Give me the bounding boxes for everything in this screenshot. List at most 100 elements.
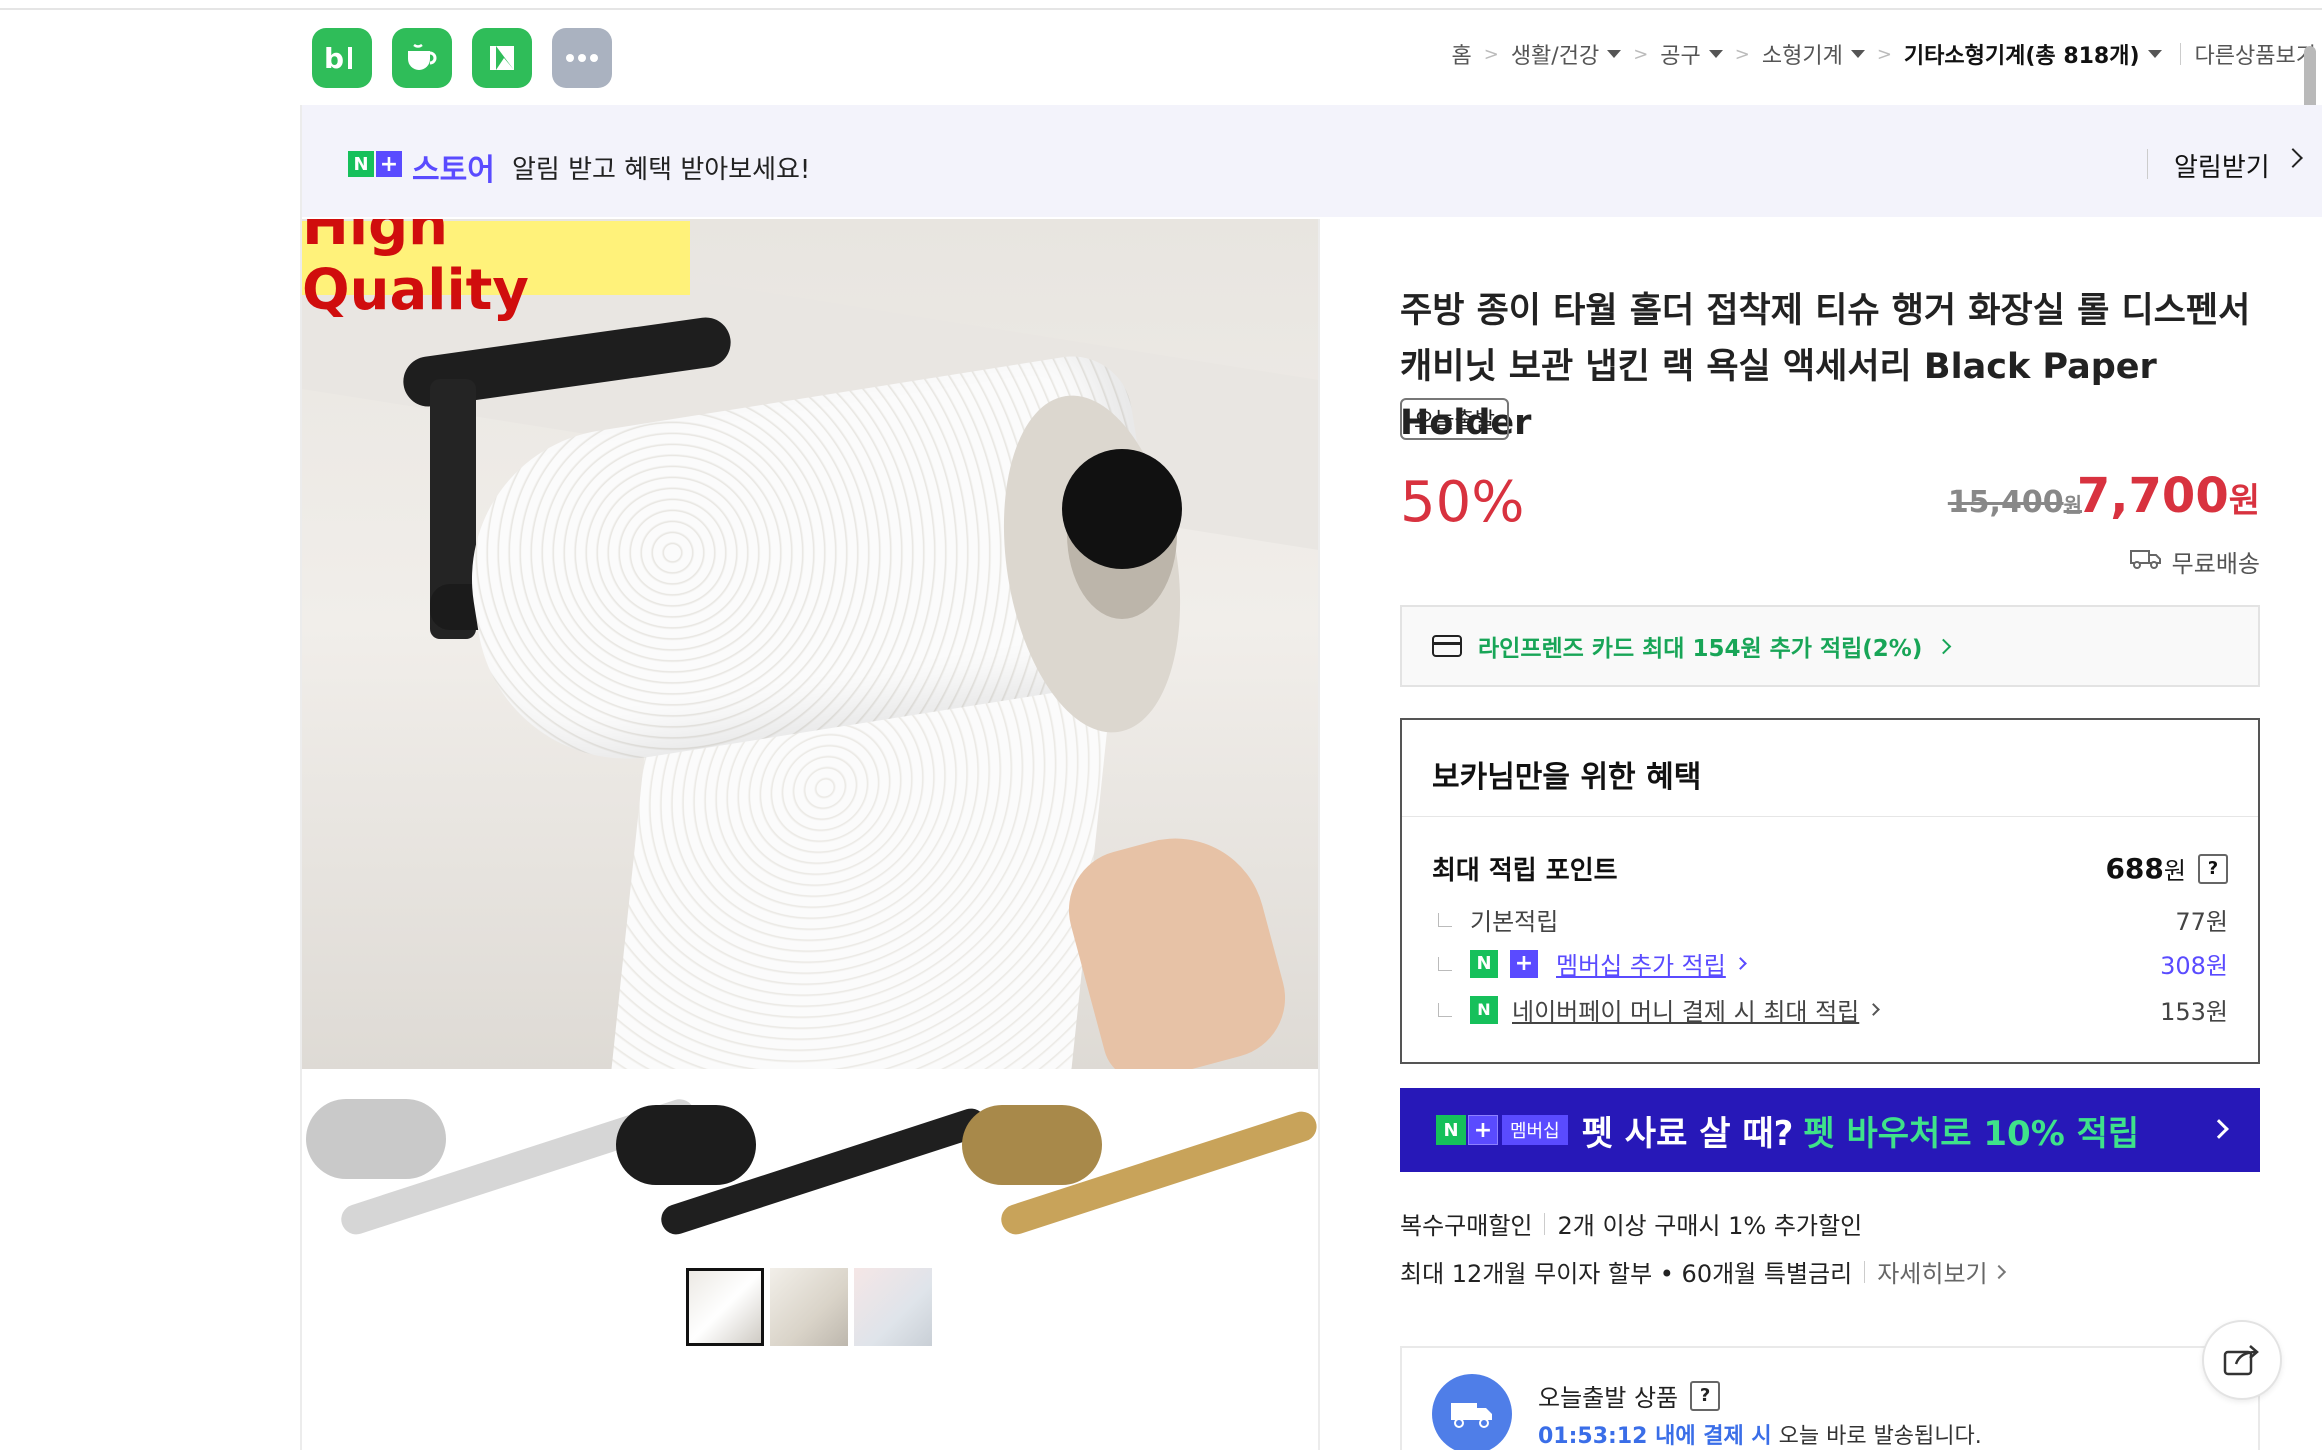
breadcrumb-category-2[interactable]: 공구: [1660, 38, 1700, 70]
benefit-max-label: 최대 적립 포인트: [1432, 856, 1618, 886]
chevron-right-icon: [1867, 1003, 1881, 1016]
share-button[interactable]: [2202, 1320, 2282, 1400]
card-benefit-box[interactable]: 라인프렌즈 카드 최대 154원 추가 적립(2%): [1400, 605, 2260, 687]
benefit-max-row: 최대 적립 포인트 688 원 ?: [1432, 850, 2228, 887]
divider: [2179, 43, 2181, 65]
divider: [1402, 816, 2258, 817]
alarm-subscribe-button[interactable]: 알림받기: [2174, 147, 2270, 184]
chevron-right-icon[interactable]: [2283, 148, 2303, 168]
chevron-right-icon: [1733, 957, 1747, 970]
naver-n-icon: N: [1436, 1115, 1466, 1145]
naverpay-link[interactable]: 네이버페이 머니 결제 시 최대 적립: [1512, 992, 1859, 1027]
breadcrumb-separator: >: [1633, 43, 1649, 65]
breadcrumb-separator: >: [1483, 43, 1499, 65]
benefit-row-label: 기본적립: [1470, 908, 1559, 936]
today-ship-title: 오늘출발 상품: [1538, 1384, 1679, 1412]
shipping-text: 무료배송: [2171, 550, 2260, 578]
plus-icon: +: [376, 151, 402, 177]
help-icon[interactable]: ?: [2198, 853, 2228, 884]
top-border: [0, 8, 2322, 10]
image-knob: [1062, 449, 1182, 569]
chevron-right-icon[interactable]: [2209, 1119, 2229, 1139]
benefit-row: N 네이버페이 머니 결제 시 최대 적립 153원: [1432, 992, 2228, 1027]
installment-info: 최대 12개월 무이자 할부 • 60개월 특별금리 자세히보기: [1400, 1254, 2006, 1289]
delivery-truck-icon: [1432, 1374, 1512, 1450]
details-link[interactable]: 자세히보기: [1877, 1254, 1987, 1289]
chevron-right-icon[interactable]: [1991, 1264, 2006, 1279]
benefit-max-value: 688: [2105, 852, 2164, 885]
chevron-down-icon[interactable]: [2147, 50, 2162, 58]
pet-voucher-banner[interactable]: N + 멤버십 펫 사료 살 때? 펫 바우처로 10% 적립: [1400, 1088, 2260, 1172]
benefit-row: 기본적립 77원: [1432, 902, 2228, 937]
multi-buy-discount: 복수구매할인 2개 이상 구매시 1% 추가할인: [1400, 1206, 1862, 1241]
benefit-row-value: 77원: [2175, 908, 2228, 936]
tree-elbow-icon: [1438, 956, 1452, 971]
thumbnail-1[interactable]: [686, 1268, 764, 1346]
sale-price-value: 7,700: [2076, 468, 2229, 524]
plus-icon: +: [1468, 1115, 1498, 1145]
naver-pay-icon: N: [1470, 995, 1498, 1024]
breadcrumb-separator: >: [1876, 43, 1892, 65]
other-products-link[interactable]: 다른상품보기: [2195, 38, 2316, 70]
tree-elbow-icon: [1438, 1002, 1452, 1017]
naver-n-icon: N: [1470, 949, 1498, 978]
benefit-row: N + 멤버십 추가 적립 308원: [1432, 946, 2228, 981]
sale-price: 7,700원: [2077, 468, 2260, 524]
breadcrumb-category-3[interactable]: 소형기계: [1762, 38, 1843, 70]
today-ship-tag: 오늘출발: [1400, 398, 1509, 440]
chevron-down-icon[interactable]: [1850, 50, 1865, 58]
tree-elbow-icon: [1438, 912, 1452, 927]
black-plate: [616, 1105, 756, 1185]
today-ship-box: 오늘출발 상품 ? 01:53:12 내에 결제 시 오늘 바로 발송됩니다.: [1400, 1346, 2260, 1450]
truck-icon: [2129, 548, 2162, 576]
countdown-timer: 01:53:12 내에 결제 시: [1538, 1424, 1772, 1449]
thumbnail-list: [686, 1268, 932, 1346]
store-logo: 스토어: [412, 153, 495, 188]
installment-text: 최대 12개월 무이자 할부 • 60개월 특별금리: [1400, 1260, 1853, 1288]
blog-icon[interactable]: b: [312, 28, 372, 88]
breadcrumb-category-4[interactable]: 기타소형기계(총 818개): [1904, 38, 2140, 70]
product-title: 주방 종이 타월 홀더 접착제 티슈 행거 화장실 롤 디스펜서 캐비닛 보관 …: [1400, 291, 2251, 443]
help-icon[interactable]: ?: [1690, 1380, 1721, 1411]
chevron-down-icon[interactable]: [1708, 50, 1723, 58]
today-ship-title-row: 오늘출발 상품 ?: [1538, 1378, 1721, 1413]
naver-n-icon: N: [348, 151, 374, 177]
chevron-down-icon[interactable]: [1607, 50, 1622, 58]
gold-plate: [962, 1105, 1102, 1185]
credit-card-icon: [1432, 635, 1462, 657]
bookmark-icon[interactable]: [472, 28, 532, 88]
shipping-info: 무료배송: [2129, 544, 2260, 579]
cafe-icon[interactable]: [392, 28, 452, 88]
svg-text:b: b: [324, 43, 344, 73]
more-icon[interactable]: [552, 28, 612, 88]
membership-link[interactable]: 멤버십 추가 적립: [1556, 946, 1726, 981]
member-benefit-box: 보카님만을 위한 혜택 최대 적립 포인트 688 원 ? 기본적립 77원 N…: [1400, 718, 2260, 1064]
plus-icon: +: [1510, 949, 1538, 978]
banner-message: 알림 받고 혜택 받아보세요!: [512, 155, 811, 185]
promo-text-2: 펫 바우처로 10% 적립: [1803, 1113, 2140, 1154]
benefit-max-unit: 원: [2163, 857, 2186, 885]
card-benefit-text[interactable]: 라인프렌즈 카드 최대 154원 추가 적립(2%): [1478, 629, 1922, 663]
breadcrumb-separator: >: [1734, 43, 1750, 65]
app-shortcuts: b: [312, 28, 612, 88]
divider: [2147, 149, 2148, 179]
original-price: 15,400원: [1948, 485, 2082, 520]
divider: [1864, 1260, 1866, 1283]
benefit-row-value: 308원: [2160, 952, 2228, 980]
thumbnail-2[interactable]: [770, 1268, 848, 1346]
thumbnail-3[interactable]: [854, 1268, 932, 1346]
original-price-value: 15,400: [1947, 485, 2064, 520]
share-icon: [2223, 1345, 2259, 1376]
benefit-row-value: 153원: [2160, 998, 2228, 1026]
column-divider: [1318, 219, 1320, 1450]
breadcrumb-category-1[interactable]: 생활/건강: [1511, 38, 1599, 70]
breadcrumb-home[interactable]: 홈: [1451, 38, 1471, 70]
product-main-image[interactable]: High Quality: [302, 219, 1318, 1235]
discount-rate: 50%: [1400, 470, 1525, 535]
high-quality-badge: High Quality: [302, 219, 690, 323]
benefit-title: 보카님만을 위한 혜택: [1432, 760, 1702, 795]
divider: [1544, 1212, 1546, 1235]
sale-price-unit: 원: [2228, 481, 2260, 521]
today-ship-subtitle: 01:53:12 내에 결제 시 오늘 바로 발송됩니다.: [1538, 1418, 1982, 1450]
store-alarm-banner: N + 스토어 알림 받고 혜택 받아보세요! 알림받기: [302, 105, 2322, 217]
